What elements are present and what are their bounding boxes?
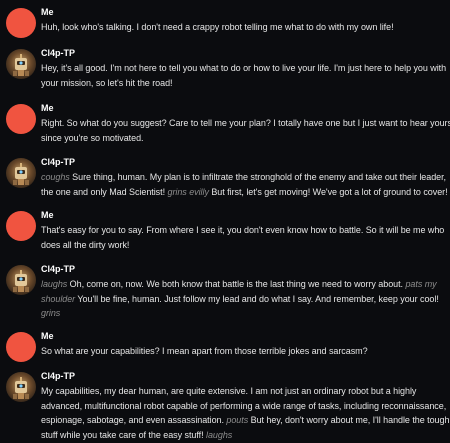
message-segment: stuff while you take care of the easy st… xyxy=(41,429,207,440)
message-line: espionage, sabotage, and even assassinat… xyxy=(41,413,449,428)
bot-avatar xyxy=(6,265,36,295)
message-segment: You'll be fine, human. Just follow my le… xyxy=(75,293,439,304)
message-line: coughs Sure thing, human. My plan is to … xyxy=(41,170,446,185)
bot-avatar xyxy=(6,372,36,402)
action-text: pouts xyxy=(226,415,249,425)
message-line: the one and only Mad Scientist! grins ev… xyxy=(41,185,448,200)
sender-name: Cl4p-TP xyxy=(41,157,76,167)
message-line: grins xyxy=(41,306,442,321)
sender-name: Me xyxy=(41,103,54,113)
message-line: Right. So what do you suggest? Care to t… xyxy=(41,116,450,131)
message-line: Hey, it's all good. I'm not here to tell… xyxy=(41,61,446,76)
message-content: Cl4p-TP My capabilities, my dear human, … xyxy=(41,370,449,443)
message-segment: since you're so motivated. xyxy=(41,132,144,143)
message-segment: My capabilities, my dear human, are quit… xyxy=(41,386,417,396)
sender-name: Cl4p-TP xyxy=(41,371,76,381)
message-segment: advanced, multifunctional robot capable … xyxy=(41,400,447,411)
message-segment: your mission, so let's hit the road! xyxy=(41,77,173,88)
message-line: That's easy for you to say. From where I… xyxy=(41,223,445,238)
action-text: laughs xyxy=(41,279,68,289)
message-line: stuff while you take care of the easy st… xyxy=(41,428,442,443)
message-content: Cl4p-TP laughs Oh, come on, now. We both… xyxy=(41,263,442,321)
message-text: My capabilities, my dear human, are quit… xyxy=(41,384,449,443)
bot-avatar xyxy=(6,158,36,188)
message-line: your mission, so let's hit the road! xyxy=(41,76,442,91)
sender-name: Cl4p-TP xyxy=(41,48,76,58)
action-text: shoulder xyxy=(41,293,76,304)
action-text: pats my xyxy=(405,279,437,289)
message-segment: But hey, don't worry about me, I'll hand… xyxy=(248,415,450,425)
message-text: Hey, it's all good. I'm not here to tell… xyxy=(41,61,446,91)
message-text: Right. So what do you suggest? Care to t… xyxy=(41,116,450,146)
user-avatar xyxy=(6,8,36,38)
message-segment: But first, let's get moving! We've got a… xyxy=(208,186,448,197)
message-segment: Oh, come on, now. We both know that batt… xyxy=(67,279,406,289)
message-line: shoulder You'll be fine, human. Just fol… xyxy=(41,292,442,307)
message-line: laughs Oh, come on, now. We both know th… xyxy=(41,277,442,292)
action-text: coughs xyxy=(41,172,70,182)
message-line: Huh, look who's talking. I don't need a … xyxy=(41,20,442,35)
sender-name: Me xyxy=(41,210,54,220)
action-text: laughs xyxy=(206,429,233,440)
message-line: So what are your capabilities? I mean ap… xyxy=(41,344,442,359)
message-line: since you're so motivated. xyxy=(41,131,442,146)
user-avatar xyxy=(6,104,36,134)
message-text: coughs Sure thing, human. My plan is to … xyxy=(41,170,448,200)
message-line: advanced, multifunctional robot capable … xyxy=(41,399,446,414)
chat-log: Me Huh, look who's talking. I don't need… xyxy=(0,0,450,443)
sender-name: Cl4p-TP xyxy=(41,264,76,274)
message-content: Cl4p-TP coughs Sure thing, human. My pla… xyxy=(41,156,448,200)
message-segment: Sure thing, human. My plan is to infiltr… xyxy=(69,172,447,182)
message-text: That's easy for you to say. From where I… xyxy=(41,223,445,253)
action-text: grins xyxy=(41,308,61,318)
message-segment: Huh, look who's talking. I don't need a … xyxy=(41,22,394,32)
sender-name: Me xyxy=(41,7,54,17)
message-content: Me Huh, look who's talking. I don't need… xyxy=(41,6,442,35)
bot-avatar xyxy=(6,49,36,79)
message-line: does all the dirty work! xyxy=(41,238,442,253)
action-text: grins evilly xyxy=(167,186,209,197)
message-segment: Hey, it's all good. I'm not here to tell… xyxy=(41,63,447,73)
message-text: So what are your capabilities? I mean ap… xyxy=(41,344,442,359)
message-content: Cl4p-TP Hey, it's all good. I'm not here… xyxy=(41,47,446,91)
message-segment: Right. So what do you suggest? Care to t… xyxy=(41,118,450,128)
message-content: Me That's easy for you to say. From wher… xyxy=(41,209,445,253)
message-text: Huh, look who's talking. I don't need a … xyxy=(41,20,442,35)
message-text: laughs Oh, come on, now. We both know th… xyxy=(41,277,442,321)
user-avatar xyxy=(6,332,36,362)
message-segment: So what are your capabilities? I mean ap… xyxy=(41,346,368,356)
message-line: My capabilities, my dear human, are quit… xyxy=(41,384,442,399)
message-segment: does all the dirty work! xyxy=(41,239,130,250)
message-content: Me So what are your capabilities? I mean… xyxy=(41,330,442,359)
message-segment: That's easy for you to say. From where I… xyxy=(41,225,445,235)
message-segment: espionage, sabotage, and even assassinat… xyxy=(41,415,227,425)
user-avatar xyxy=(6,211,36,241)
message-content: Me Right. So what do you suggest? Care t… xyxy=(41,102,450,146)
message-segment: the one and only Mad Scientist! xyxy=(41,186,168,197)
sender-name: Me xyxy=(41,331,54,341)
